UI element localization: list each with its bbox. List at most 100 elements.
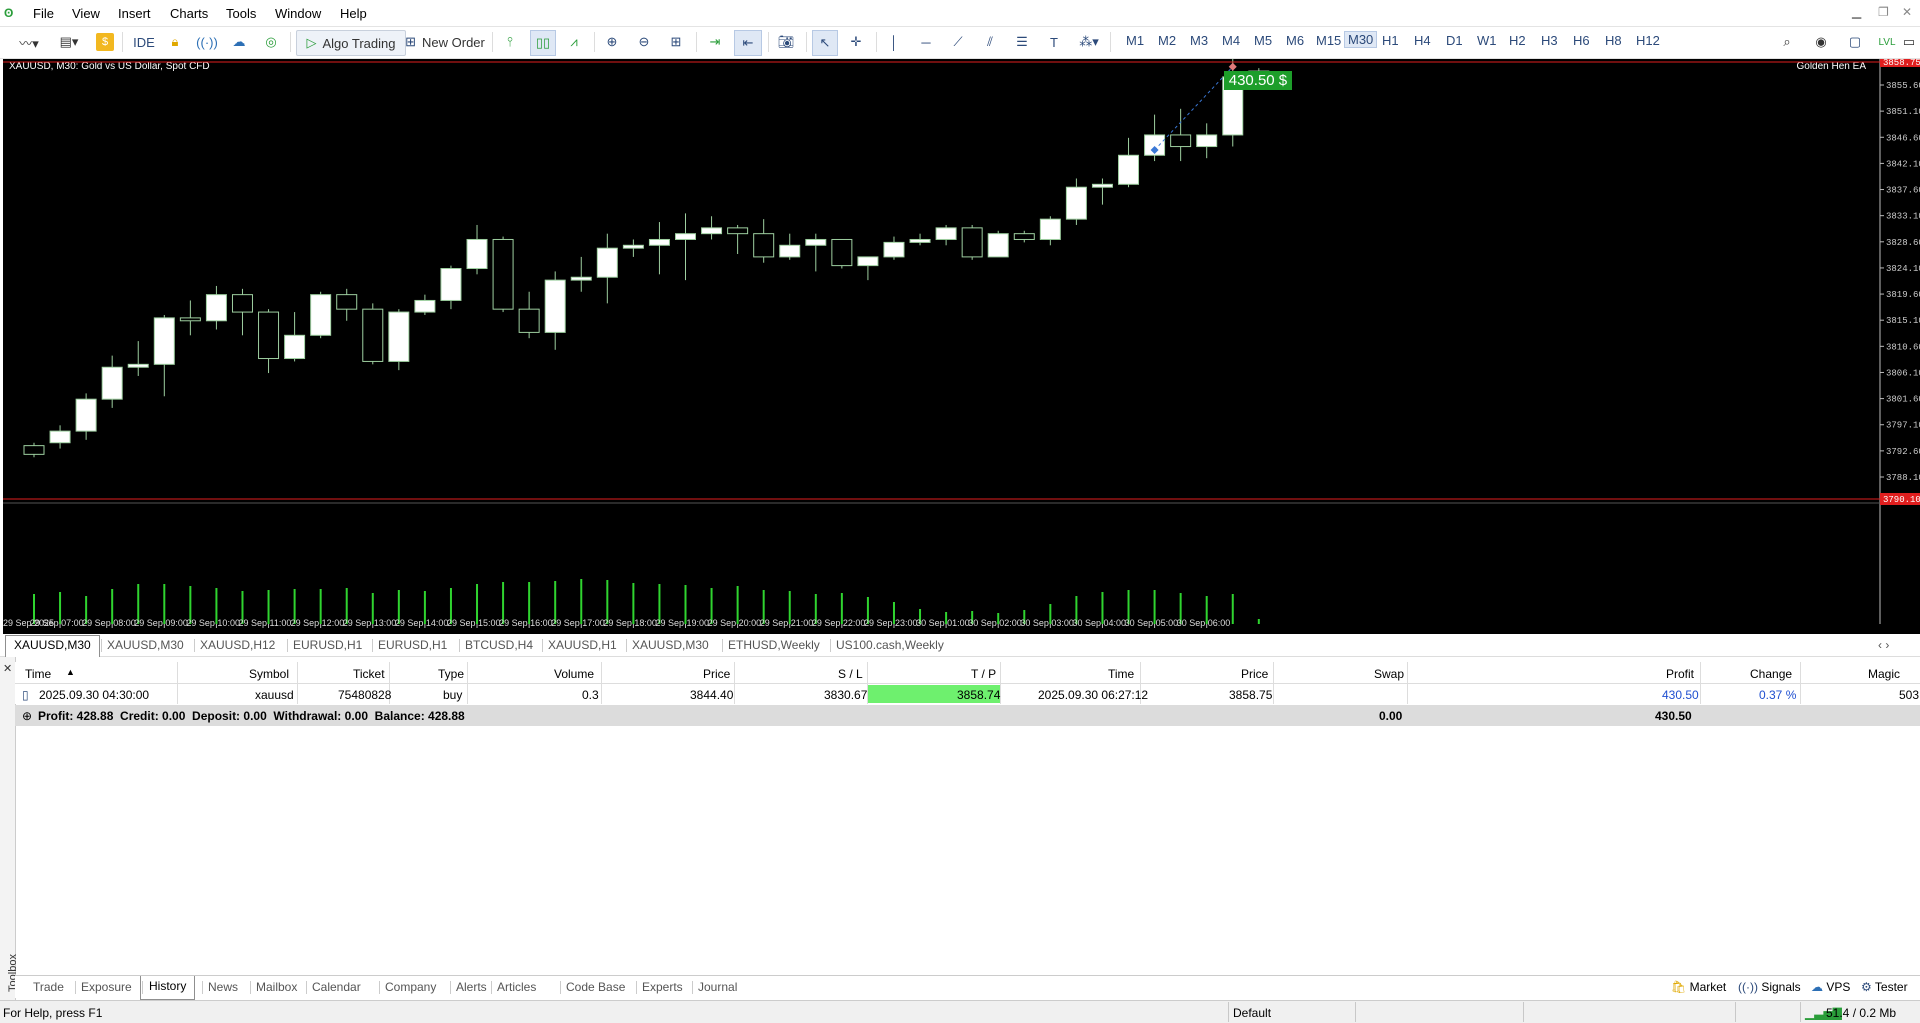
tab-journal[interactable]: Journal [698, 980, 737, 994]
tab-history[interactable]: History [140, 976, 196, 1000]
col-type[interactable]: Type [438, 667, 464, 681]
timeframe-m1[interactable]: M1 [1126, 33, 1144, 48]
chart-tab[interactable]: XAUUSD,H12 [200, 638, 275, 652]
menu-charts[interactable]: Charts [170, 6, 208, 21]
horizontal-line-icon[interactable]: ─ [914, 30, 938, 54]
tab-news[interactable]: News [208, 980, 238, 994]
trendline-icon[interactable]: ⟋ [946, 30, 970, 54]
chart-tab[interactable]: BTCUSD,H4 [465, 638, 533, 652]
chart-tab[interactable]: US100.cash,Weekly [836, 638, 944, 652]
tab-calendar[interactable]: Calendar [312, 980, 361, 994]
col-profit[interactable]: Profit [1666, 667, 1694, 681]
col-price-close[interactable]: Price [1241, 667, 1268, 681]
col-time-close[interactable]: Time [1108, 667, 1134, 681]
tab-scroll-arrows-icon[interactable]: ‹ › [1878, 638, 1889, 652]
shapes-icon[interactable]: ⁂▾ [1074, 30, 1104, 54]
menu-tools[interactable]: Tools [226, 6, 256, 21]
chart-shift-icon[interactable]: ⇤ [734, 30, 762, 56]
tab-articles[interactable]: Articles [497, 980, 536, 994]
market-link[interactable]: 🛍︎ Market [1671, 980, 1726, 994]
fibonacci-icon[interactable]: ☰ [1010, 30, 1034, 54]
collapse-icon[interactable]: ▭ [1900, 30, 1918, 54]
zoom-in-icon[interactable]: ⊕ [600, 30, 624, 54]
timeframe-m5[interactable]: M5 [1254, 33, 1272, 48]
close-icon[interactable]: ✕ [1902, 5, 1912, 19]
timeframe-h8[interactable]: H8 [1605, 33, 1622, 48]
tab-experts[interactable]: Experts [642, 980, 683, 994]
cursor-icon[interactable]: ↖ [812, 30, 838, 56]
candlestick-icon[interactable]: ▯▯ [530, 30, 556, 56]
timeframe-m6[interactable]: M6 [1286, 33, 1304, 48]
col-volume[interactable]: Volume [554, 667, 594, 681]
col-tp[interactable]: T / P [971, 667, 996, 681]
chat-icon[interactable]: ▢ [1844, 30, 1866, 54]
timeframe-h3[interactable]: H3 [1541, 33, 1558, 48]
timeframe-m2[interactable]: M2 [1158, 33, 1176, 48]
screenshot-icon[interactable]: 📷︎ [774, 30, 798, 54]
col-ticket[interactable]: Ticket [353, 667, 385, 681]
menu-file[interactable]: File [33, 6, 54, 21]
timeframe-m30[interactable]: M30 [1344, 31, 1378, 48]
timeframe-h1[interactable]: H1 [1382, 33, 1399, 48]
tester-link[interactable]: ⚙ Tester [1861, 980, 1908, 994]
lock-icon[interactable]: 🔒︎ [166, 30, 184, 54]
menu-view[interactable]: View [72, 6, 100, 21]
tile-windows-icon[interactable]: ⊞ [664, 30, 688, 54]
lvl-icon[interactable]: LVL [1876, 30, 1898, 54]
timeframe-m15[interactable]: M15 [1316, 33, 1341, 48]
menu-insert[interactable]: Insert [118, 6, 151, 21]
bar-chart-icon[interactable]: ⫯ [498, 30, 522, 54]
col-symbol[interactable]: Symbol [249, 667, 289, 681]
timeframe-w1[interactable]: W1 [1477, 33, 1497, 48]
chart-tab[interactable]: XAUUSD,M30 [107, 638, 184, 652]
text-icon[interactable]: T [1042, 30, 1066, 54]
col-swap[interactable]: Swap [1374, 667, 1404, 681]
chart-tab[interactable]: XAUUSD,H1 [548, 638, 617, 652]
market-icon[interactable]: $ [96, 33, 114, 51]
col-change[interactable]: Change [1750, 667, 1792, 681]
zoom-out-icon[interactable]: ⊖ [632, 30, 656, 54]
col-magic[interactable]: Magic [1868, 667, 1900, 681]
expand-icon[interactable]: ⊕ [22, 709, 32, 723]
chart-tab[interactable]: ETHUSD,Weekly [728, 638, 820, 652]
ide-button[interactable]: IDE [130, 30, 158, 54]
menu-window[interactable]: Window [275, 6, 321, 21]
vps-icon[interactable]: ◎ [260, 30, 282, 54]
price-chart[interactable]: XAUUSD, M30: Gold vs US Dollar, Spot CFD… [3, 59, 1920, 634]
vps-link[interactable]: ☁ VPS [1811, 980, 1850, 994]
tab-exposure[interactable]: Exposure [81, 980, 132, 994]
col-sl[interactable]: S / L [838, 667, 863, 681]
algo-trading-button[interactable]: ▷ Algo Trading [296, 30, 406, 56]
tab-code-base[interactable]: Code Base [566, 980, 625, 994]
restore-icon[interactable]: ❐ [1878, 5, 1889, 19]
search-icon[interactable]: ⌕ [1776, 30, 1798, 54]
tab-mailbox[interactable]: Mailbox [256, 980, 297, 994]
tab-company[interactable]: Company [385, 980, 436, 994]
chart-tab[interactable]: EURUSD,H1 [378, 638, 447, 652]
menu-help[interactable]: Help [340, 6, 367, 21]
timeframe-h2[interactable]: H2 [1509, 33, 1526, 48]
timeframe-h4[interactable]: H4 [1414, 33, 1431, 48]
new-order-button[interactable]: ⊞ New Order [402, 30, 488, 54]
col-time-open[interactable]: Time [25, 667, 51, 681]
chart-tab[interactable]: XAUUSD,M30 [632, 638, 709, 652]
tab-alerts[interactable]: Alerts [456, 980, 487, 994]
chart-template-icon[interactable]: ▤▾ [52, 30, 86, 54]
line-icon[interactable]: ⩘ [562, 30, 586, 54]
chart-tab[interactable]: EURUSD,H1 [293, 638, 362, 652]
close-toolbox-icon[interactable]: ✕ [3, 662, 12, 675]
line-chart-icon[interactable]: 〰▾ [12, 30, 46, 54]
timeframe-m4[interactable]: M4 [1222, 33, 1240, 48]
timeframe-h12[interactable]: H12 [1636, 33, 1660, 48]
timeframe-m3[interactable]: M3 [1190, 33, 1208, 48]
timeframe-d1[interactable]: D1 [1446, 33, 1463, 48]
tab-trade[interactable]: Trade [33, 980, 64, 994]
cloud-icon[interactable]: ☁ [228, 30, 250, 54]
autoscroll-icon[interactable]: ⇥ [702, 30, 728, 54]
col-price-open[interactable]: Price [703, 667, 730, 681]
vertical-line-icon[interactable]: │ [882, 30, 906, 54]
account-icon[interactable]: ◉ [1810, 30, 1832, 54]
timeframe-h6[interactable]: H6 [1573, 33, 1590, 48]
channel-icon[interactable]: ⫽ [978, 30, 1002, 54]
signal-icon[interactable]: ((·)) [196, 30, 218, 54]
